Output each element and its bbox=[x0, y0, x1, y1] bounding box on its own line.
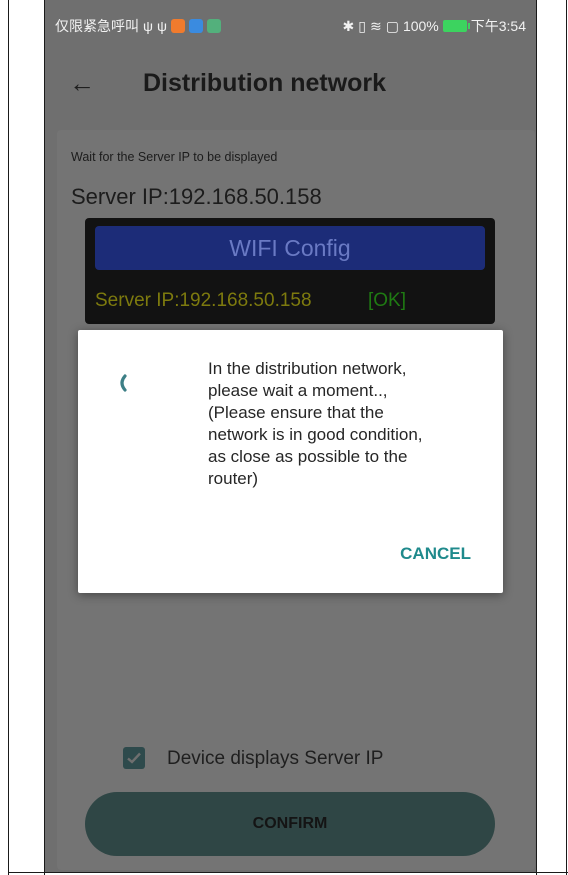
usb-icon: ψ bbox=[156, 18, 167, 34]
lcd-header: WIFI Config bbox=[95, 226, 485, 270]
cancel-button[interactable]: CANCEL bbox=[400, 544, 471, 564]
blue-app-icon bbox=[188, 19, 203, 33]
dialog-message: In the distribution network, please wait… bbox=[208, 358, 478, 490]
vibrate-icon: ▯ bbox=[358, 17, 366, 34]
usb-icon: ψ bbox=[143, 18, 153, 34]
sim-icon: ▢ bbox=[385, 17, 399, 34]
battery-icon bbox=[442, 20, 470, 32]
dialog-message-line: (Please ensure that the bbox=[208, 403, 384, 422]
device-displays-ip-checkbox[interactable] bbox=[123, 747, 145, 769]
clock: 下午3:54 bbox=[470, 18, 526, 34]
checkmark-icon bbox=[127, 752, 141, 764]
confirm-button[interactable]: CONFIRM bbox=[85, 792, 495, 856]
phone-screen: 仅限紧急呼叫 ψ ψ ✱ ▯ ≋ ▢ 100% 下午3:54 ← Distrib… bbox=[45, 0, 536, 872]
dialog-message-line: router) bbox=[208, 469, 259, 488]
video-app-icon bbox=[170, 19, 185, 33]
checkbox-label: Device displays Server IP bbox=[167, 748, 384, 769]
wifi-icon: ≋ bbox=[369, 17, 382, 34]
dialog-message-line: please wait a moment.., bbox=[208, 381, 388, 400]
instruction-text: Wait for the Server IP to be displayed bbox=[71, 150, 278, 164]
dialog-message-line: In the distribution network, bbox=[208, 359, 407, 378]
dialog-message-line: network is in good condition, bbox=[208, 425, 423, 444]
frame-line-right bbox=[566, 0, 567, 875]
battery-percent: 100% bbox=[402, 18, 439, 34]
progress-dialog: In the distribution network, please wait… bbox=[78, 330, 503, 593]
back-arrow-icon[interactable]: ← bbox=[69, 70, 95, 96]
frame-line-left bbox=[8, 0, 9, 875]
emergency-calls-text: 仅限紧急呼叫 bbox=[55, 18, 139, 34]
loading-spinner-icon bbox=[120, 374, 127, 392]
status-bar-left: 仅限紧急呼叫 ψ ψ bbox=[55, 16, 221, 36]
frame-line-right-inner bbox=[536, 0, 537, 875]
app-toolbar: ← Distribution network bbox=[45, 55, 536, 115]
status-bar: 仅限紧急呼叫 ψ ψ ✱ ▯ ≋ ▢ 100% 下午3:54 bbox=[45, 0, 536, 50]
status-bar-right: ✱ ▯ ≋ ▢ 100% 下午3:54 bbox=[343, 16, 526, 36]
frame-line-bottom bbox=[8, 872, 568, 873]
gallery-app-icon bbox=[206, 19, 221, 33]
bluetooth-icon: ✱ bbox=[342, 17, 355, 34]
page-title: Distribution network bbox=[143, 69, 387, 97]
server-ip-label: Server IP:192.168.50.158 bbox=[71, 184, 322, 209]
device-lcd-photo: WIFI Config Server IP:192.168.50.158 [OK… bbox=[85, 218, 495, 324]
lcd-server-ip: Server IP:192.168.50.158 bbox=[95, 290, 312, 311]
dialog-message-line: as close as possible to the bbox=[208, 447, 408, 466]
lcd-status: [OK] bbox=[368, 290, 407, 311]
